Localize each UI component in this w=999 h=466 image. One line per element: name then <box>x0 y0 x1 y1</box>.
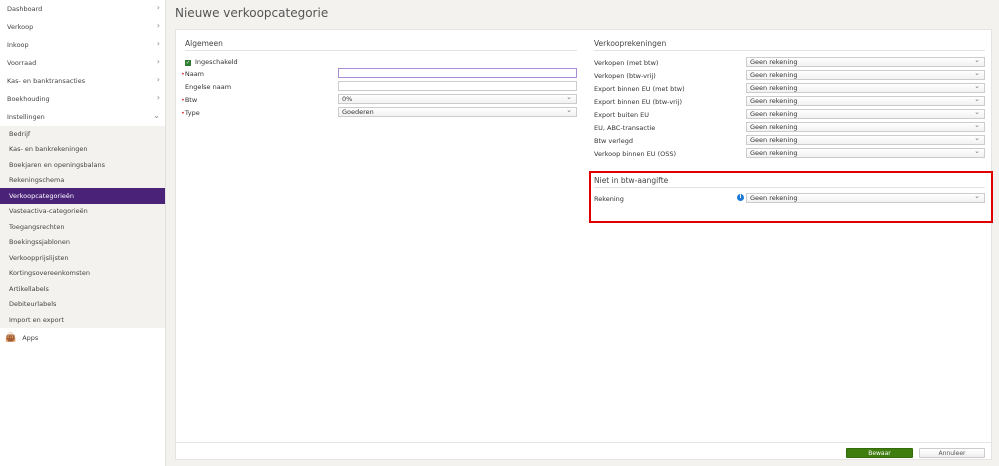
sub-toegangsrechten[interactable]: Toegangsrechten <box>0 219 165 235</box>
settings-submenu: Bedrijf Kas- en bankrekeningen Boekjaren… <box>0 126 165 328</box>
account-label: Export binnen EU (btw-vrij) <box>594 98 682 106</box>
account-label: Export binnen EU (met btw) <box>594 85 685 93</box>
account-select[interactable]: Geen rekening <box>746 147 985 158</box>
page-title: Nieuwe verkoopcategorie <box>175 6 329 20</box>
account-label: Export buiten EU <box>594 111 649 119</box>
chevron-right-icon: › <box>156 3 160 12</box>
nav-label: Apps <box>22 333 39 342</box>
sidebar: Dashboard › Verkoop › Inkoop › Voorraad › Ka… <box>0 0 166 466</box>
nav-label: Kas- en banktransacties <box>7 77 86 85</box>
type-select[interactable]: Goederen <box>338 106 577 117</box>
nav-verkoop[interactable]: Verkoop › <box>0 18 165 36</box>
account-select[interactable]: Geen rekening <box>746 69 985 80</box>
btw-select[interactable]: 0% <box>338 93 577 104</box>
sub-rekeningschema[interactable]: Rekeningschema <box>0 173 165 189</box>
save-button[interactable]: Bewaar <box>846 448 913 458</box>
select-value: Geen rekening <box>750 123 798 131</box>
select-value: Goederen <box>342 108 374 116</box>
rekening-label: Rekening <box>594 195 624 203</box>
info-icon[interactable]: i <box>737 194 744 201</box>
chevron-right-icon: › <box>156 21 160 30</box>
nav-voorraad[interactable]: Voorraad › <box>0 54 165 72</box>
nav-label: Verkoop <box>7 23 34 31</box>
nav-label: Instellingen <box>7 113 45 121</box>
chevron-right-icon: › <box>156 93 160 102</box>
naam-input[interactable] <box>338 68 577 78</box>
sub-kas-bankrekeningen[interactable]: Kas- en bankrekeningen <box>0 142 165 158</box>
nav-label: Boekhouding <box>7 95 50 103</box>
naam-label: •Naam <box>181 70 205 78</box>
account-select[interactable]: Geen rekening <box>746 82 985 93</box>
nav-dashboard[interactable]: Dashboard › <box>0 0 165 18</box>
select-value: 0% <box>342 95 353 103</box>
account-select[interactable]: Geen rekening <box>746 121 985 132</box>
account-label: Btw verlegd <box>594 137 633 145</box>
engelse-naam-label: Engelse naam <box>185 83 232 91</box>
sub-vasteactiva[interactable]: Vasteactiva-categorieën <box>0 204 165 220</box>
form-panel: Algemeen ✓ Ingeschakeld •Naam Engelse naa… <box>175 29 993 460</box>
account-select[interactable]: Geen rekening <box>746 134 985 145</box>
shopping-bag-icon: 👜 <box>5 332 17 343</box>
checkbox-checked-icon: ✓ <box>185 60 191 66</box>
chevron-right-icon: › <box>156 75 160 84</box>
section-title-verkooprekeningen: Verkooprekeningen <box>594 39 985 51</box>
select-value: Geen rekening <box>750 58 798 66</box>
engelse-naam-input[interactable] <box>338 81 577 91</box>
account-label: EU, ABC-transactie <box>594 124 656 132</box>
sub-verkoopprijslijsten[interactable]: Verkoopprijslijsten <box>0 250 165 266</box>
select-value: Geen rekening <box>750 110 798 118</box>
select-value: Geen rekening <box>750 136 798 144</box>
rekening-select[interactable]: Geen rekening <box>746 192 985 203</box>
form-footer: Bewaar Annuleer <box>176 442 991 460</box>
select-value: Geen rekening <box>750 71 798 79</box>
sub-boekingssjablonen[interactable]: Boekingssjablonen <box>0 235 165 251</box>
nav-boekhouding[interactable]: Boekhouding › <box>0 90 165 108</box>
sub-debiteurlabels[interactable]: Debiteurlabels <box>0 297 165 313</box>
sub-boekjaren[interactable]: Boekjaren en openingsbalans <box>0 157 165 173</box>
enabled-checkbox[interactable]: ✓ Ingeschakeld <box>185 58 238 66</box>
section-title-algemeen: Algemeen <box>185 39 577 51</box>
chevron-down-icon: ⌄ <box>153 111 160 120</box>
account-label: Verkopen (btw-vrij) <box>594 72 656 80</box>
sub-verkoopcategorieen[interactable]: Verkoopcategorieën <box>0 188 165 204</box>
account-label: Verkopen (met btw) <box>594 59 659 67</box>
sub-bedrijf[interactable]: Bedrijf <box>0 126 165 142</box>
sub-kortingsovereenkomsten[interactable]: Kortingsovereenkomsten <box>0 266 165 282</box>
nav-kas-bank[interactable]: Kas- en banktransacties › <box>0 72 165 90</box>
nav-label: Inkoop <box>7 41 29 49</box>
nav-label: Voorraad <box>7 59 37 67</box>
sub-import-export[interactable]: Import en export <box>0 312 165 328</box>
nav-instellingen[interactable]: Instellingen ⌄ <box>0 108 165 126</box>
section-title-niet-in-btw: Niet in btw-aangifte <box>594 176 985 188</box>
cancel-button[interactable]: Annuleer <box>919 448 985 458</box>
select-value: Geen rekening <box>750 97 798 105</box>
nav-label: Dashboard <box>7 5 43 13</box>
select-value: Geen rekening <box>750 194 798 202</box>
account-select[interactable]: Geen rekening <box>746 56 985 67</box>
btw-label: •Btw <box>181 96 198 104</box>
chevron-right-icon: › <box>156 39 160 48</box>
type-label: •Type <box>181 109 200 117</box>
select-value: Geen rekening <box>750 149 798 157</box>
select-value: Geen rekening <box>750 84 798 92</box>
enabled-label: Ingeschakeld <box>195 58 238 66</box>
account-select[interactable]: Geen rekening <box>746 108 985 119</box>
nav-inkoop[interactable]: Inkoop › <box>0 36 165 54</box>
nav-apps[interactable]: 👜 Apps <box>0 328 165 348</box>
account-select[interactable]: Geen rekening <box>746 95 985 106</box>
sub-artikellabels[interactable]: Artikellabels <box>0 281 165 297</box>
chevron-right-icon: › <box>156 57 160 66</box>
account-label: Verkoop binnen EU (OSS) <box>594 150 677 158</box>
